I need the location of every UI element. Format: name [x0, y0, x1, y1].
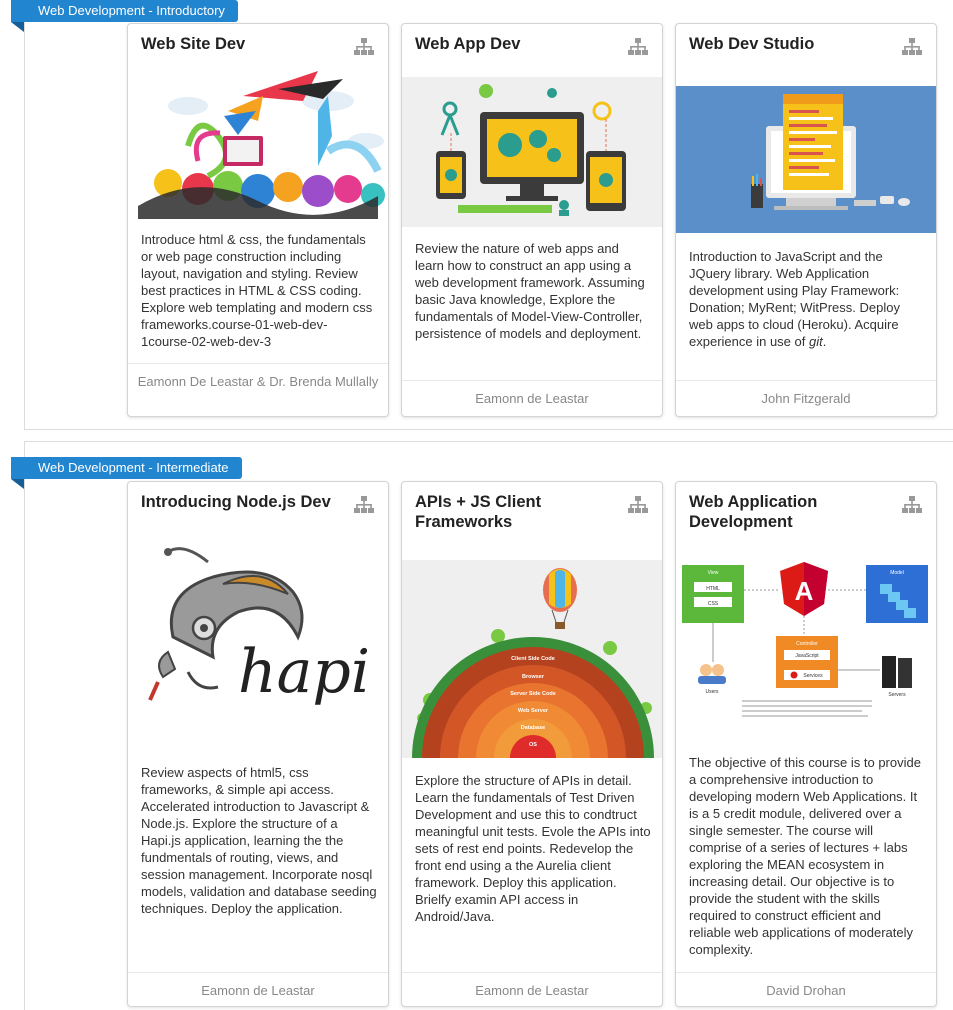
- course-catalog-page: Web Development - Introductory Web Devel…: [0, 0, 953, 1010]
- sitemap-icon[interactable]: [628, 38, 648, 56]
- sitemap-icon[interactable]: [354, 496, 374, 514]
- course-description: Explore the structure of APIs in detail.…: [415, 773, 651, 924]
- course-image-creative-art[interactable]: [128, 71, 388, 219]
- svg-text:Controller: Controller: [796, 641, 818, 647]
- course-title[interactable]: APIs + JS Client Frameworks: [415, 492, 620, 532]
- svg-text:hapi: hapi: [238, 637, 370, 707]
- course-image-angular-mvc-diagram[interactable]: View HTML CSS A Model Controller JavaScr…: [676, 560, 936, 732]
- course-author: John Fitzgerald: [676, 380, 936, 416]
- svg-text:Services: Services: [803, 673, 823, 679]
- course-title[interactable]: Web App Dev: [415, 34, 620, 54]
- sitemap-icon[interactable]: [354, 38, 374, 56]
- course-card-web-app-dev[interactable]: Web App Dev Review the nature of web app…: [401, 23, 663, 417]
- course-author: Eamonn de Leastar: [128, 972, 388, 1006]
- svg-text:Browser: Browser: [522, 674, 545, 680]
- course-image-web-stack-rainbow[interactable]: Client Side Code Browser Server Side Cod…: [402, 560, 662, 758]
- course-author: Eamonn de Leastar: [402, 972, 662, 1006]
- course-author: David Drohan: [676, 972, 936, 1006]
- course-description: Introduce html & css, the fundamentals o…: [141, 232, 373, 349]
- sitemap-icon[interactable]: [902, 496, 922, 514]
- course-card-apis-js-client-frameworks[interactable]: APIs + JS Client Frameworks Client Side …: [401, 481, 663, 1007]
- course-title[interactable]: Introducing Node.js Dev: [141, 492, 346, 512]
- course-title[interactable]: Web Dev Studio: [689, 34, 894, 54]
- svg-text:CSS: CSS: [708, 601, 719, 607]
- course-description: Introduction to JavaScript and the JQuer…: [689, 249, 900, 349]
- course-image-devices-gears[interactable]: [402, 77, 662, 227]
- svg-text:Servers: Servers: [888, 692, 906, 698]
- course-image-monitor-code[interactable]: [676, 86, 936, 233]
- svg-text:Model: Model: [890, 570, 904, 576]
- svg-text:Database: Database: [521, 725, 545, 731]
- course-author: Eamonn De Leastar & Dr. Brenda Mullally: [128, 363, 388, 416]
- course-card-introducing-nodejs-dev[interactable]: Introducing Node.js Dev hapi Review aspe…: [127, 481, 389, 1007]
- svg-text:Users: Users: [705, 689, 719, 695]
- sitemap-icon[interactable]: [902, 38, 922, 56]
- course-image-hapi-logo[interactable]: hapi: [128, 532, 388, 750]
- section-ribbon-introductory[interactable]: Web Development - Introductory: [11, 0, 238, 32]
- course-author: Eamonn de Leastar: [402, 380, 662, 416]
- svg-text:HTML: HTML: [706, 586, 720, 592]
- svg-text:JavaScript: JavaScript: [795, 653, 819, 659]
- course-description: Review aspects of html5, css frameworks,…: [141, 765, 377, 916]
- svg-text:A: A: [795, 576, 814, 606]
- course-description: Review the nature of web apps and learn …: [415, 241, 645, 341]
- course-title[interactable]: Web Application Development: [689, 492, 894, 532]
- sitemap-icon[interactable]: [628, 496, 648, 514]
- svg-text:OS: OS: [529, 742, 537, 748]
- svg-text:View: View: [708, 570, 719, 576]
- svg-text:Server Side Code: Server Side Code: [510, 691, 556, 697]
- course-title[interactable]: Web Site Dev: [141, 34, 346, 54]
- course-card-web-application-development[interactable]: Web Application Development View HTML CS…: [675, 481, 937, 1007]
- svg-text:Client Side Code: Client Side Code: [511, 656, 555, 662]
- section-ribbon-intermediate[interactable]: Web Development - Intermediate: [11, 457, 242, 489]
- course-description: The objective of this course is to provi…: [689, 755, 921, 957]
- svg-text:Web Server: Web Server: [518, 708, 549, 714]
- course-card-web-site-dev[interactable]: Web Site Dev Introduce html & css, the f…: [127, 23, 389, 417]
- course-card-web-dev-studio[interactable]: Web Dev Studio Introduction to JavaScrip…: [675, 23, 937, 417]
